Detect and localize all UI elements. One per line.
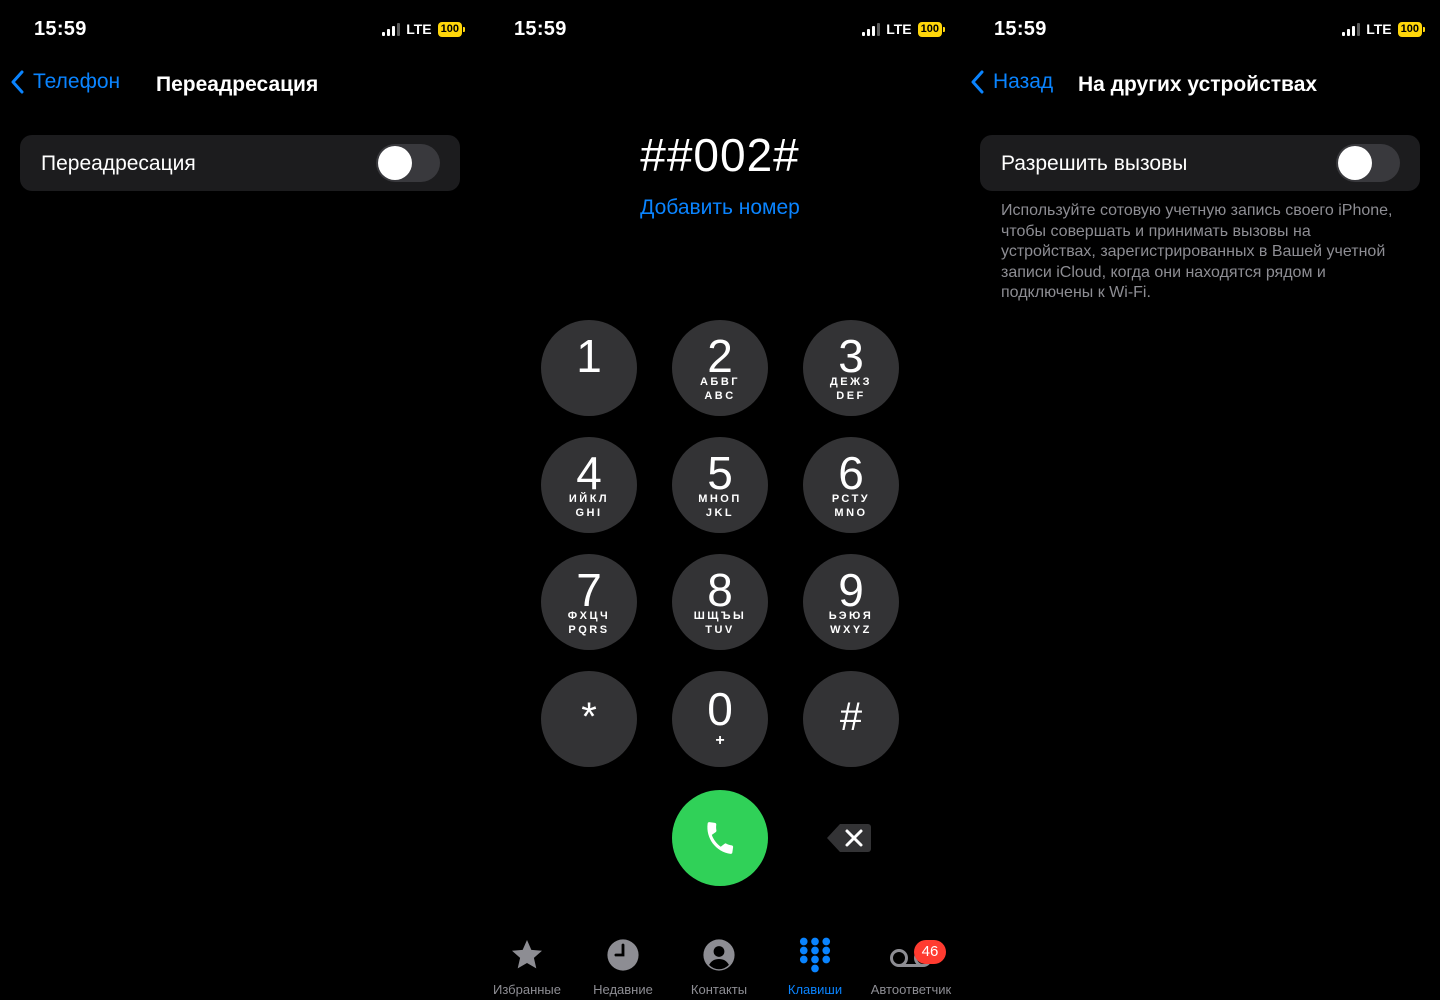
key-4[interactable]: 4 ИЙКЛ GHI bbox=[541, 437, 637, 533]
battery-icon: 100 bbox=[437, 21, 466, 37]
call-forwarding-screen: 15:59 LTE 100 Телефон Переадресация Пере… bbox=[0, 0, 480, 1000]
status-indicators: LTE 100 bbox=[862, 21, 946, 37]
tab-label: Клавиши bbox=[787, 982, 843, 997]
tab-label: Автоответчик bbox=[870, 982, 952, 997]
toggle-knob bbox=[378, 146, 412, 180]
key-0[interactable]: 0 + bbox=[672, 671, 768, 767]
status-time: 15:59 bbox=[34, 18, 87, 40]
network-type: LTE bbox=[406, 21, 432, 37]
key-letters-latin: JKL bbox=[705, 507, 735, 519]
key-star[interactable]: * bbox=[541, 671, 637, 767]
chevron-left-icon bbox=[971, 70, 984, 94]
status-bar: 15:59 LTE 100 bbox=[480, 0, 960, 58]
tab-label: Избранные bbox=[493, 982, 561, 997]
key-1[interactable]: 1 bbox=[541, 320, 637, 416]
call-button[interactable] bbox=[672, 790, 768, 886]
tab-label: Контакты bbox=[690, 982, 748, 997]
toggle-knob bbox=[1338, 146, 1372, 180]
key-letters-cyrillic: ИЙКЛ bbox=[568, 493, 610, 505]
other-devices-screen: 15:59 LTE 100 Назад На других устройства… bbox=[960, 0, 1440, 1000]
key-letters-latin: DEF bbox=[836, 390, 866, 402]
key-9[interactable]: 9 ЬЭЮЯ WXYZ bbox=[803, 554, 899, 650]
key-letters-latin: MNO bbox=[834, 507, 868, 519]
page-title: На других устройствах bbox=[1078, 73, 1318, 96]
key-letters-latin: PQRS bbox=[568, 624, 610, 636]
phone-icon bbox=[707, 822, 734, 854]
forwarding-toggle[interactable] bbox=[376, 144, 440, 182]
status-time: 15:59 bbox=[514, 18, 567, 40]
battery-icon: 100 bbox=[917, 21, 946, 37]
star-icon bbox=[512, 940, 542, 969]
forwarding-row: Переадресация bbox=[20, 135, 460, 191]
key-7[interactable]: 7 ФХЦЧ PQRS bbox=[541, 554, 637, 650]
status-time: 15:59 bbox=[994, 18, 1047, 40]
key-6[interactable]: 6 РСТУ MNO bbox=[803, 437, 899, 533]
battery-icon: 100 bbox=[1397, 21, 1426, 37]
keypad-screen: 15:59 LTE 100 ##002# Добавить номер 1 2 … bbox=[480, 0, 960, 1000]
tab-contacts[interactable]: Контакты bbox=[669, 936, 769, 997]
keypad-icon bbox=[799, 937, 831, 973]
signal-icon bbox=[1342, 22, 1361, 36]
key-8[interactable]: 8 ШЩЪЫ TUV bbox=[672, 554, 768, 650]
person-icon bbox=[703, 939, 735, 971]
tab-bar: Избранные Недавние Контакты Клавиши 46 А… bbox=[480, 936, 960, 1000]
tab-label: Недавние bbox=[593, 982, 653, 997]
clock-icon bbox=[607, 939, 639, 971]
allow-calls-row: Разрешить вызовы bbox=[980, 135, 1420, 191]
key-digit: # bbox=[839, 695, 863, 739]
network-type: LTE bbox=[1366, 21, 1392, 37]
tab-favorites[interactable]: Избранные bbox=[477, 936, 577, 997]
status-bar: 15:59 LTE 100 bbox=[960, 0, 1440, 58]
key-5[interactable]: 5 МНОП JKL bbox=[672, 437, 768, 533]
key-2[interactable]: 2 АБВГ ABC bbox=[672, 320, 768, 416]
tab-voicemail[interactable]: 46 Автоответчик bbox=[861, 936, 961, 997]
backspace-icon bbox=[827, 824, 871, 852]
back-button[interactable]: Назад bbox=[970, 70, 1053, 94]
status-indicators: LTE 100 bbox=[382, 21, 466, 37]
dialed-number: ##002# bbox=[640, 129, 800, 181]
key-letters-cyrillic: РСТУ bbox=[831, 493, 871, 505]
key-hash[interactable]: # bbox=[803, 671, 899, 767]
key-letters-cyrillic: ШЩЪЫ bbox=[693, 610, 747, 622]
key-letters-cyrillic: АБВГ bbox=[699, 376, 741, 388]
allow-calls-toggle[interactable] bbox=[1336, 144, 1400, 182]
nav-bar: Назад На других устройствах bbox=[960, 64, 1440, 108]
key-letters-latin: GHI bbox=[575, 507, 603, 519]
key-digit: 1 bbox=[576, 330, 602, 382]
signal-icon bbox=[382, 22, 401, 36]
key-letters-latin: ABC bbox=[704, 390, 736, 402]
add-number-link[interactable]: Добавить номер bbox=[480, 196, 960, 220]
key-3[interactable]: 3 ДЕЖЗ DEF bbox=[803, 320, 899, 416]
key-letters-cyrillic: МНОП bbox=[698, 493, 742, 505]
forwarding-label: Переадресация bbox=[41, 152, 196, 175]
key-letters-latin: TUV bbox=[705, 624, 735, 636]
key-plus: + bbox=[715, 732, 725, 749]
status-bar: 15:59 LTE 100 bbox=[0, 0, 480, 58]
status-indicators: LTE 100 bbox=[1342, 21, 1426, 37]
nav-bar: Телефон Переадресация bbox=[0, 64, 480, 108]
allow-calls-footnote: Используйте сотовую учетную запись своег… bbox=[1001, 202, 1393, 301]
key-letters-latin: WXYZ bbox=[830, 624, 872, 636]
back-label: Телефон bbox=[33, 70, 121, 93]
key-letters-cyrillic: ЬЭЮЯ bbox=[828, 610, 874, 622]
delete-button[interactable] bbox=[826, 822, 872, 854]
chevron-left-icon bbox=[11, 70, 24, 94]
key-letters-cyrillic: ФХЦЧ bbox=[567, 610, 611, 622]
page-title: Переадресация bbox=[156, 73, 319, 96]
back-label: Назад bbox=[993, 70, 1054, 93]
tab-recents[interactable]: Недавние bbox=[573, 936, 673, 997]
key-letters-cyrillic: ДЕЖЗ bbox=[829, 376, 873, 388]
key-digit: * bbox=[581, 695, 597, 739]
signal-icon bbox=[862, 22, 881, 36]
back-button[interactable]: Телефон bbox=[10, 70, 120, 94]
voicemail-badge: 46 bbox=[914, 940, 946, 964]
allow-calls-label: Разрешить вызовы bbox=[1001, 152, 1188, 175]
key-digit: 0 bbox=[707, 683, 733, 735]
tab-keypad[interactable]: Клавиши bbox=[765, 936, 865, 997]
network-type: LTE bbox=[886, 21, 912, 37]
